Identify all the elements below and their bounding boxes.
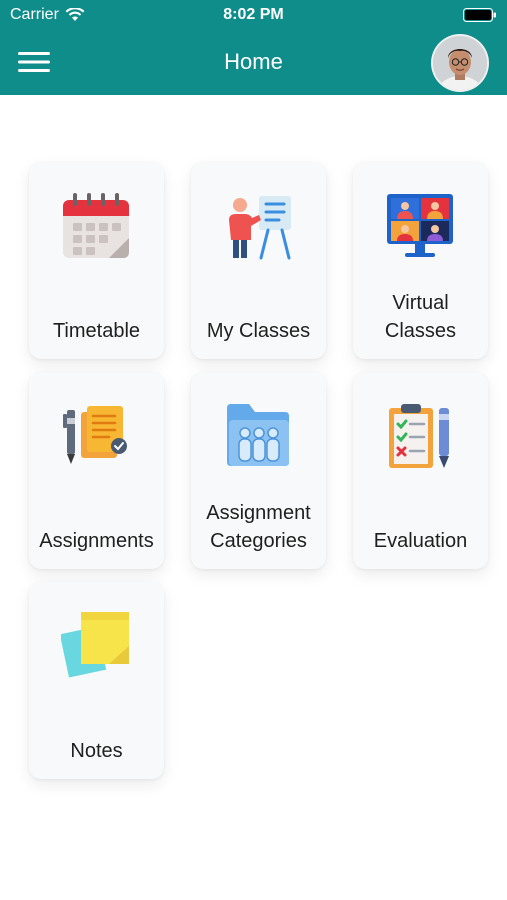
tile-timetable[interactable]: Timetable [29,162,164,359]
tile-evaluation[interactable]: Evaluation [353,372,488,569]
tile-label: Evaluation [373,530,468,552]
tile-label: Assignment Categories [206,502,311,552]
tile-label: Virtual Classes [384,292,457,342]
tile-label: Notes [70,740,123,762]
tile-assignment-categories[interactable]: Assignment Categories [191,372,326,569]
user-avatar[interactable] [431,34,489,92]
tile-label: My Classes [206,320,311,342]
tile-my-classes[interactable]: My Classes [191,162,326,359]
battery-icon [463,8,496,22]
calendar-icon [63,193,129,258]
clipboard-checklist-icon [389,404,449,468]
folder-group-icon [227,404,289,466]
tile-virtual-classes[interactable]: Virtual Classes [353,162,488,359]
tile-assignments[interactable]: Assignments [29,372,164,569]
documents-pen-icon [63,406,127,464]
sticky-notes-icon [61,612,129,678]
tile-notes[interactable]: Notes [29,582,164,779]
tile-label: Timetable [52,320,141,342]
status-time: 8:02 PM [223,6,284,23]
tile-label: Assignments [39,530,154,552]
app-header: Carrier 8:02 PM Home [0,0,507,95]
home-menu-grid: Timetable My Classes Virtual Classes Ass… [29,162,489,779]
video-conference-icon [387,194,453,257]
teacher-board-icon [229,196,291,260]
avatar-image [433,36,487,90]
toolbar: Home [0,30,507,95]
status-bar: Carrier 8:02 PM [0,0,507,30]
